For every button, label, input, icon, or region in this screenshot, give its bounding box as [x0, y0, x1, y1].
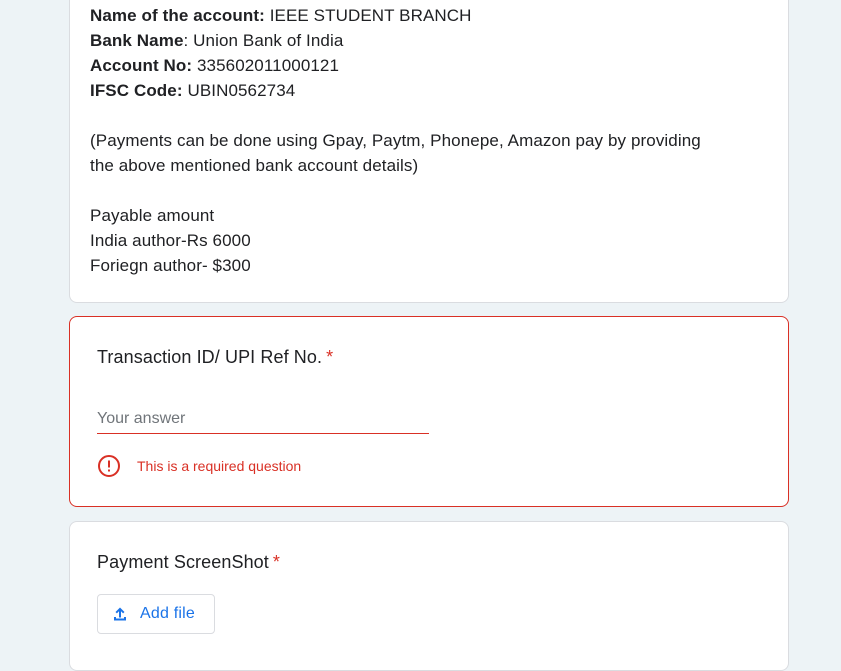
transaction-question-label: Transaction ID/ UPI Ref No.	[97, 347, 323, 367]
ifsc-value: UBIN0562734	[187, 81, 296, 100]
account-no-line: Account No: 335602011000121	[90, 53, 770, 78]
add-file-label: Add file	[140, 605, 195, 622]
bank-details-content: Name of the account: IEEE STUDENT BRANCH…	[90, 3, 770, 278]
bank-name-line: Bank Name: Union Bank of India	[90, 28, 770, 53]
bank-details-card: Name of the account: IEEE STUDENT BRANCH…	[69, 0, 789, 303]
india-author-fee: India author-Rs 6000	[90, 231, 251, 250]
transaction-question-card: Transaction ID/ UPI Ref No.* This is a r…	[69, 316, 789, 507]
error-message: This is a required question	[137, 458, 302, 474]
account-no-label: Account No:	[90, 56, 193, 75]
required-asterisk: *	[272, 552, 281, 572]
bank-name-value: : Union Bank of India	[183, 31, 344, 50]
payment-screenshot-title: Payment ScreenShot *	[97, 552, 280, 573]
account-name-value: IEEE STUDENT BRANCH	[269, 6, 472, 25]
account-name-label: Name of the account:	[90, 6, 265, 25]
payment-screenshot-card: Payment ScreenShot * Add file	[69, 521, 789, 671]
transaction-id-input[interactable]	[97, 405, 429, 434]
upload-icon	[111, 605, 129, 623]
error-icon	[97, 454, 121, 478]
bank-name-label: Bank Name	[90, 31, 184, 50]
required-asterisk: *	[326, 347, 334, 367]
payment-note-line1: (Payments can be done using Gpay, Paytm,…	[90, 131, 701, 150]
payment-screenshot-label: Payment ScreenShot	[97, 552, 269, 572]
account-name-line: Name of the account: IEEE STUDENT BRANCH	[90, 3, 770, 28]
foreign-author-fee: Foriegn author- $300	[90, 256, 251, 275]
required-error: This is a required question	[97, 454, 301, 478]
transaction-question-title: Transaction ID/ UPI Ref No. *	[97, 347, 333, 368]
payment-note-line2: the above mentioned bank account details…	[90, 156, 419, 175]
ifsc-line: IFSC Code: UBIN0562734	[90, 78, 770, 103]
account-no-value: 335602011000121	[196, 56, 340, 75]
add-file-button[interactable]: Add file	[97, 594, 215, 634]
ifsc-label: IFSC Code:	[90, 81, 183, 100]
payable-heading: Payable amount	[90, 206, 215, 225]
